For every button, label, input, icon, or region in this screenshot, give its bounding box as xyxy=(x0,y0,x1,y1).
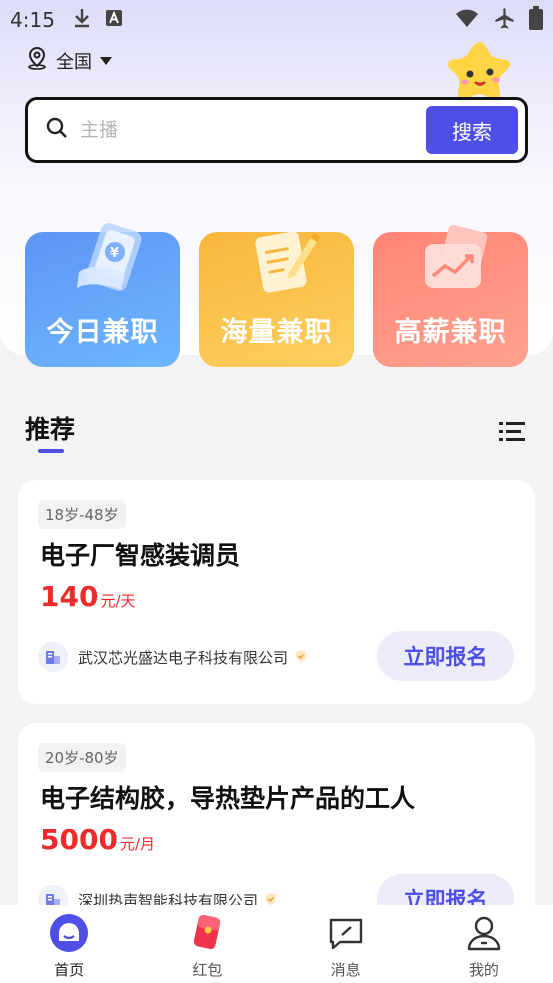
category-high-pay-job[interactable]: 高薪兼职 xyxy=(373,224,528,367)
category-label: 高薪兼职 xyxy=(394,317,507,348)
salary-amount: 5000 xyxy=(40,823,118,856)
category-today-job[interactable]: ¥ 今日兼职 xyxy=(25,223,180,367)
location-selector[interactable]: 全国 xyxy=(26,46,112,75)
category-mass-job[interactable]: 海量兼职 xyxy=(199,231,354,367)
profile-icon xyxy=(464,913,504,953)
salary-amount: 140 xyxy=(40,580,99,613)
search-input[interactable] xyxy=(80,119,426,141)
download-icon xyxy=(73,8,91,32)
location-pin-icon xyxy=(26,46,48,75)
status-icons-left xyxy=(73,8,123,32)
salary-unit: 元/月 xyxy=(119,835,155,853)
salary-unit: 元/天 xyxy=(100,592,136,610)
company-building-icon xyxy=(38,642,68,672)
job-card[interactable]: 18岁-48岁 电子厂智感装调员 140 元/天 武汉芯光盛达电子科技有限公司 … xyxy=(18,480,535,704)
company-info: 武汉芯光盛达电子科技有限公司 xyxy=(38,642,308,672)
search-icon xyxy=(46,117,68,143)
money-phone-icon: ¥ xyxy=(55,218,150,306)
salary: 140 元/天 xyxy=(40,580,136,613)
verified-check-icon xyxy=(294,648,308,667)
status-time: 4:15 xyxy=(10,8,55,32)
nav-label: 首页 xyxy=(54,961,85,979)
nav-item-messages[interactable]: 消息 xyxy=(277,905,415,983)
message-icon xyxy=(326,913,366,953)
bottom-nav: 首页 红包 消息 我的 xyxy=(0,905,553,983)
status-icons-right xyxy=(455,6,543,34)
salary: 5000 元/月 xyxy=(40,823,155,856)
age-range-tag: 18岁-48岁 xyxy=(38,500,126,529)
mascot-star-icon xyxy=(430,36,530,104)
job-title: 电子厂智感装调员 xyxy=(40,541,241,570)
status-bar: 4:15 xyxy=(0,0,553,40)
airplane-icon xyxy=(493,7,515,33)
red-envelope-icon xyxy=(187,913,227,953)
caret-down-icon xyxy=(100,50,112,71)
nav-item-red-envelope[interactable]: 红包 xyxy=(138,905,276,983)
svg-text:¥: ¥ xyxy=(110,246,120,261)
nav-label: 红包 xyxy=(192,961,223,979)
battery-icon xyxy=(529,6,543,34)
nav-item-profile[interactable]: 我的 xyxy=(415,905,553,983)
job-title: 电子结构胶，导热垫片产品的工人 xyxy=(40,784,416,813)
section-underline xyxy=(38,449,64,453)
apply-button[interactable]: 立即报名 xyxy=(377,631,514,681)
wallet-chart-icon xyxy=(403,218,498,306)
company-name: 武汉芯光盛达电子科技有限公司 xyxy=(78,648,289,667)
nav-item-home[interactable]: 首页 xyxy=(0,905,138,983)
wifi-icon xyxy=(455,8,479,32)
home-face-icon xyxy=(49,913,89,953)
notepad-pen-icon xyxy=(229,218,324,306)
search-bar: 搜索 xyxy=(25,97,528,163)
nav-label: 消息 xyxy=(330,961,361,979)
search-button[interactable]: 搜索 xyxy=(426,106,518,154)
category-label: 今日兼职 xyxy=(46,317,159,348)
list-view-icon[interactable] xyxy=(499,421,525,447)
nav-label: 我的 xyxy=(468,961,499,979)
section-title: 推荐 xyxy=(25,415,76,444)
font-a-icon xyxy=(105,9,123,31)
age-range-tag: 20岁-80岁 xyxy=(38,743,126,772)
category-label: 海量兼职 xyxy=(220,317,333,348)
location-label: 全国 xyxy=(56,51,92,73)
